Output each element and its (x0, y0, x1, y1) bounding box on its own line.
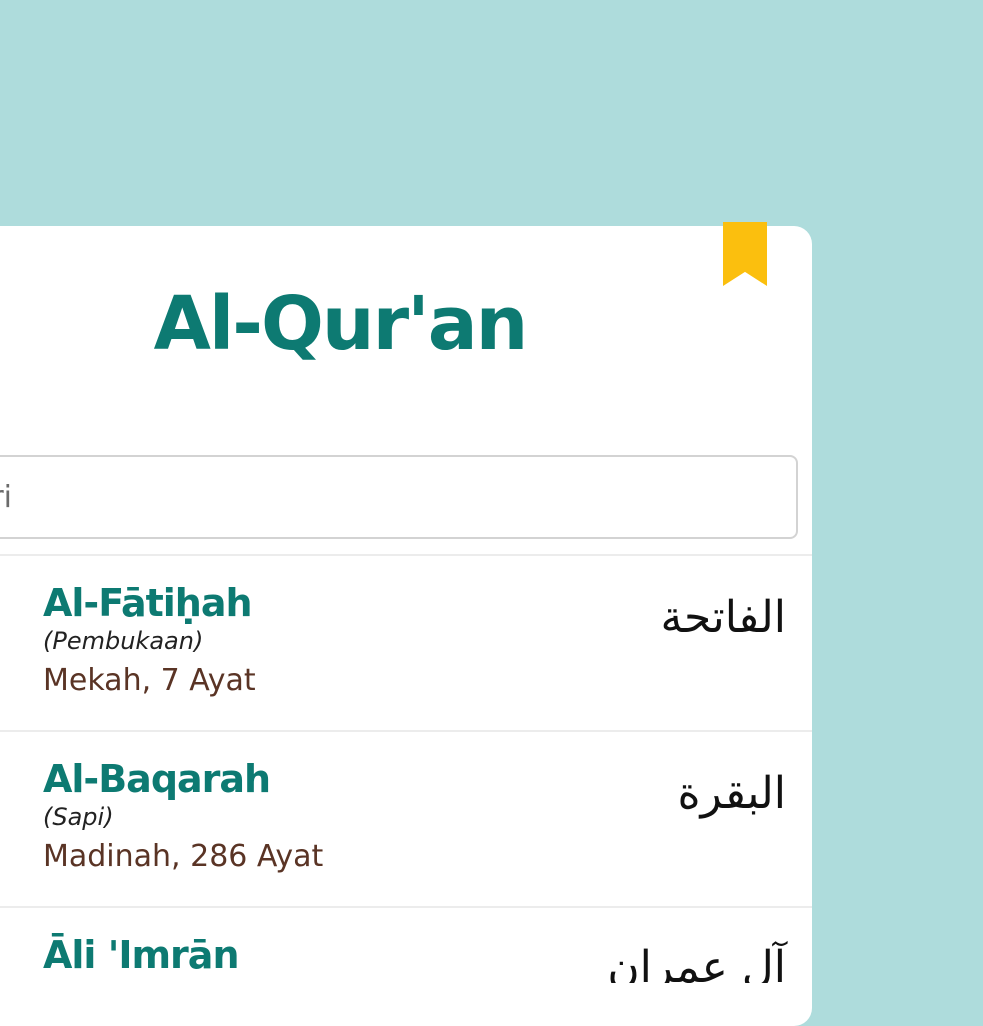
surah-item-al-baqarah[interactable]: Al-Baqarah (Sapi) Madinah, 286 Ayat البق… (0, 732, 812, 906)
surah-info: Mekah, 7 Ayat (43, 663, 256, 698)
surah-name: Āli 'Imrān (43, 933, 239, 977)
surah-name: Al-Fātiḥah (43, 581, 253, 625)
surah-arabic-name: البقرة (677, 768, 787, 819)
surah-meaning: (Sapi) (43, 803, 114, 831)
surah-item-al-fatihah[interactable]: Al-Fātiḥah (Pembukaan) Mekah, 7 Ayat الف… (0, 556, 812, 730)
search-input[interactable] (0, 455, 798, 539)
surah-arabic-name: آل عمران (607, 942, 786, 984)
surah-meaning: (Pembukaan) (43, 627, 204, 655)
surah-info: Madinah, 286 Ayat (43, 839, 324, 874)
surah-name: Al-Baqarah (43, 757, 271, 801)
page-title: Al-Qur'an (153, 281, 529, 367)
surah-item-ali-imran[interactable]: Āli 'Imrān آل عمران (0, 908, 812, 983)
surah-arabic-name: الفاتحة (660, 592, 786, 643)
